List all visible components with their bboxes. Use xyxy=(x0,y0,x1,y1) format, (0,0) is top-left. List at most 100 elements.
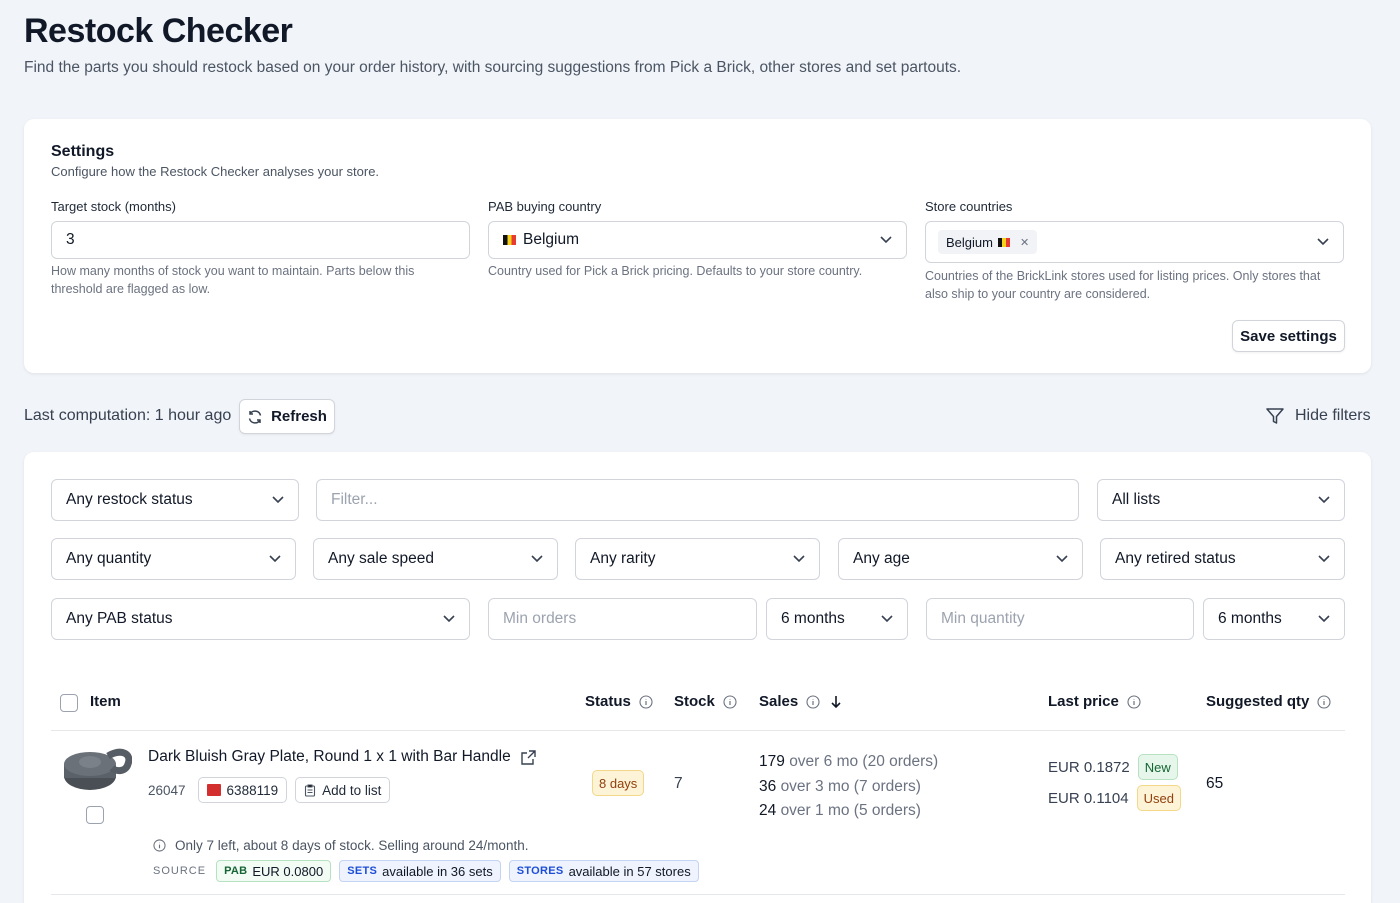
source-row: SOURCE PAB EUR 0.0800 SETS available in … xyxy=(153,860,699,882)
price-new: EUR 0.1872 New xyxy=(1048,754,1178,780)
last-computation: Last computation: 1 hour ago xyxy=(24,407,232,424)
chevron-down-icon xyxy=(1318,496,1330,504)
target-stock-value: 3 xyxy=(66,231,75,248)
refresh-button[interactable]: Refresh xyxy=(239,399,335,434)
sales-period: over 3 mo (7 orders) xyxy=(780,777,921,795)
pab-source-badge[interactable]: PAB EUR 0.0800 xyxy=(216,860,332,882)
refresh-label: Refresh xyxy=(271,408,327,425)
chevron-down-icon xyxy=(1318,555,1330,563)
info-icon[interactable] xyxy=(1317,694,1331,709)
quantity-period-select[interactable]: 6 months xyxy=(1203,598,1345,640)
column-stock-label: Stock xyxy=(674,693,715,710)
save-settings-button[interactable]: Save settings xyxy=(1232,320,1345,352)
store-countries-help: Countries of the BrickLink stores used f… xyxy=(925,269,1321,301)
min-orders-input[interactable]: Min orders xyxy=(488,598,757,640)
sets-tag: SETS xyxy=(347,865,378,877)
chevron-down-icon xyxy=(443,615,455,623)
source-label: SOURCE xyxy=(153,865,207,877)
select-all-checkbox[interactable] xyxy=(60,694,78,712)
sets-source-badge[interactable]: SETS available in 36 sets xyxy=(339,860,501,882)
sales-qty: 179 xyxy=(759,753,785,770)
pab-country-help: Country used for Pick a Brick pricing. D… xyxy=(488,264,863,278)
target-stock-input[interactable]: 3 xyxy=(51,221,470,259)
info-icon xyxy=(153,839,166,852)
hide-filters-button[interactable]: Hide filters xyxy=(1265,406,1371,426)
condition-badge: New xyxy=(1137,754,1178,780)
item-name: Dark Bluish Gray Plate, Round 1 x 1 with… xyxy=(148,748,511,765)
chevron-down-icon xyxy=(1318,615,1330,623)
chevron-down-icon xyxy=(269,555,281,563)
column-last-price[interactable]: Last price xyxy=(1048,693,1141,710)
sets-text: available in 36 sets xyxy=(382,863,493,879)
item-meta: 26047 6388119 Add to list xyxy=(148,777,391,803)
element-id-tag[interactable]: 6388119 xyxy=(197,777,288,803)
quantity-select[interactable]: Any quantity xyxy=(51,538,296,580)
price-value: EUR 0.1104 xyxy=(1048,789,1129,807)
pab-country-label: PAB buying country xyxy=(488,199,602,214)
info-icon[interactable] xyxy=(1127,694,1141,709)
chevron-down-icon xyxy=(272,496,284,504)
column-suggested-qty-label: Suggested qty xyxy=(1206,693,1310,710)
min-quantity-placeholder: Min quantity xyxy=(941,610,1025,627)
column-item: Item xyxy=(90,693,121,710)
chevron-down-icon xyxy=(1317,238,1329,246)
store-countries-select[interactable]: Belgium ✕ xyxy=(925,221,1344,263)
stores-tag: STORES xyxy=(516,865,564,877)
chevron-down-icon xyxy=(793,555,805,563)
country-chip-label: Belgium xyxy=(946,234,993,250)
country-chip[interactable]: Belgium ✕ xyxy=(938,230,1038,254)
results-card: Any restock status Filter... All lists A… xyxy=(24,452,1371,903)
restock-status-value: Any restock status xyxy=(66,491,193,508)
page-title: Restock Checker xyxy=(24,12,293,50)
sort-desc-icon[interactable] xyxy=(830,695,842,709)
pab-status-value: Any PAB status xyxy=(66,610,173,627)
info-icon[interactable] xyxy=(639,694,653,709)
info-icon[interactable] xyxy=(806,694,820,709)
filter-input[interactable]: Filter... xyxy=(316,479,1079,521)
belgium-flag-icon xyxy=(503,235,516,245)
sales-line: 24 over 1 mo (5 orders) xyxy=(759,799,938,824)
sales-period: over 6 mo (20 orders) xyxy=(789,753,939,770)
info-icon[interactable] xyxy=(723,694,737,709)
header-divider xyxy=(51,730,1345,731)
sale-speed-select[interactable]: Any sale speed xyxy=(313,538,558,580)
orders-period-value: 6 months xyxy=(781,610,845,627)
add-to-list-button[interactable]: Add to list xyxy=(295,777,391,803)
settings-description: Configure how the Restock Checker analys… xyxy=(51,164,380,179)
remove-chip-icon[interactable]: ✕ xyxy=(1020,236,1029,249)
external-link-icon[interactable] xyxy=(521,749,536,765)
stores-source-badge[interactable]: STORES available in 57 stores xyxy=(508,860,699,882)
lists-select[interactable]: All lists xyxy=(1097,479,1345,521)
pab-status-select[interactable]: Any PAB status xyxy=(51,598,470,640)
settings-card: Settings Configure how the Restock Check… xyxy=(24,119,1371,373)
stock-note: Only 7 left, about 8 days of stock. Sell… xyxy=(153,838,528,853)
chevron-down-icon xyxy=(880,236,892,244)
pab-country-value: Belgium xyxy=(523,231,579,248)
belgium-flag-icon xyxy=(997,237,1010,247)
rarity-select[interactable]: Any rarity xyxy=(575,538,820,580)
column-status[interactable]: Status xyxy=(585,693,653,710)
retired-status-select[interactable]: Any retired status xyxy=(1100,538,1345,580)
min-orders-placeholder: Min orders xyxy=(503,610,577,627)
add-to-list-label: Add to list xyxy=(322,782,382,798)
restock-status-select[interactable]: Any restock status xyxy=(51,479,299,521)
element-id: 6388119 xyxy=(226,782,279,798)
row-checkbox[interactable] xyxy=(86,806,104,824)
item-name-link[interactable]: Dark Bluish Gray Plate, Round 1 x 1 with… xyxy=(148,748,536,766)
sale-speed-value: Any sale speed xyxy=(328,550,434,567)
chevron-down-icon xyxy=(1056,555,1068,563)
refresh-icon xyxy=(248,409,262,424)
age-select[interactable]: Any age xyxy=(838,538,1083,580)
column-stock[interactable]: Stock xyxy=(674,693,737,710)
row-divider xyxy=(51,894,1345,895)
orders-period-select[interactable]: 6 months xyxy=(766,598,908,640)
min-quantity-input[interactable]: Min quantity xyxy=(926,598,1194,640)
part-image[interactable] xyxy=(56,742,132,798)
store-countries-label: Store countries xyxy=(925,199,1013,214)
pab-country-select[interactable]: Belgium xyxy=(488,221,907,259)
chevron-down-icon xyxy=(531,555,543,563)
column-suggested-qty[interactable]: Suggested qty xyxy=(1206,693,1331,710)
column-sales[interactable]: Sales xyxy=(759,693,842,710)
chevron-down-icon xyxy=(881,615,893,623)
lists-value: All lists xyxy=(1112,491,1161,508)
